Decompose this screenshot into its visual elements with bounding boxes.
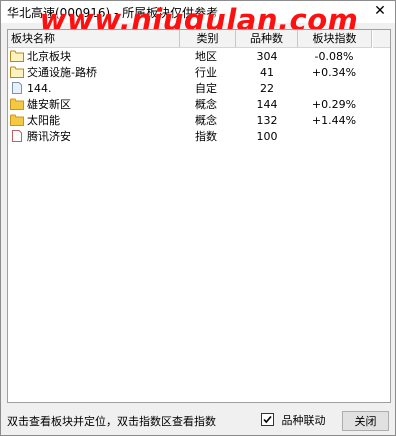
table-row[interactable]: 腾讯济安 指数 100 (8, 129, 372, 145)
folder-filled-icon (10, 114, 24, 126)
table-row[interactable]: 太阳能 概念 132 +1.44% (8, 113, 372, 129)
sector-index: +1.44% (311, 114, 357, 127)
checkmark-icon (263, 415, 272, 423)
sector-index: +0.34% (311, 66, 357, 79)
table-row[interactable]: 北京板块 地区 304 -0.08% (8, 49, 372, 65)
folder-filled-icon (10, 98, 24, 110)
sector-name: 交通设施-路桥 (27, 66, 97, 79)
sector-index: -0.08% (314, 50, 354, 63)
sector-count: 132 (256, 114, 278, 127)
sector-name: 北京板块 (27, 50, 71, 63)
column-header-name[interactable]: 板块名称 (8, 30, 180, 47)
table-row[interactable]: 144. 自定 22 (8, 81, 372, 97)
sector-type: 地区 (195, 50, 217, 63)
sector-count: 144 (256, 98, 278, 111)
status-bar: 双击查看板块并定位，双击指数区查看指数 品种联动 关闭 (1, 405, 395, 435)
sector-index (302, 81, 366, 97)
link-stock-checkbox[interactable]: 品种联动 (261, 412, 326, 428)
folder-icon (10, 66, 24, 78)
dialog-window: 华北高速(000916) - 所属板块仅供参考 ✕ www.niugulan.c… (0, 0, 396, 436)
row-name-cell: 腾讯济安 (8, 129, 180, 145)
sector-type: 指数 (195, 130, 217, 143)
sector-name: 太阳能 (27, 114, 60, 127)
index-doc-icon (10, 130, 24, 142)
list-header: 板块名称 类别 品种数 板块指数 (8, 30, 372, 48)
sector-type: 概念 (195, 114, 217, 127)
document-icon (10, 82, 24, 94)
row-name-cell: 144. (8, 81, 180, 97)
checkbox-label: 品种联动 (281, 414, 326, 427)
row-name-cell: 雄安新区 (8, 97, 180, 113)
sector-count: 100 (256, 130, 278, 143)
close-button[interactable]: 关闭 (342, 411, 389, 431)
column-header-index[interactable]: 板块指数 (298, 30, 372, 47)
sector-index: +0.29% (311, 98, 357, 111)
column-header-count[interactable]: 品种数 (236, 30, 298, 47)
title-bar: 华北高速(000916) - 所属板块仅供参考 ✕ (1, 1, 395, 23)
row-name-cell: 太阳能 (8, 113, 180, 129)
scrollbar-corner (373, 30, 390, 48)
sector-index (302, 129, 366, 145)
sector-list[interactable]: 板块名称 类别 品种数 板块指数 北京板块 地区 304 -0.08% 交通设施-路桥 行… (7, 29, 391, 403)
sector-count: 41 (260, 66, 274, 79)
sector-type: 概念 (195, 98, 217, 111)
folder-icon (10, 50, 24, 62)
sector-count: 22 (260, 82, 274, 95)
sector-name: 144. (27, 82, 52, 95)
sector-type: 行业 (195, 66, 217, 79)
column-header-type[interactable]: 类别 (180, 30, 236, 47)
close-icon[interactable]: ✕ (371, 2, 389, 20)
sector-name: 腾讯济安 (27, 130, 71, 143)
sector-name: 雄安新区 (27, 98, 71, 111)
table-row[interactable]: 交通设施-路桥 行业 41 +0.34% (8, 65, 372, 81)
hint-text: 双击查看板块并定位，双击指数区查看指数 (7, 415, 216, 428)
table-row[interactable]: 雄安新区 概念 144 +0.29% (8, 97, 372, 113)
checkbox-box[interactable] (261, 412, 274, 426)
window-title: 华北高速(000916) - 所属板块仅供参考 (7, 6, 219, 20)
sector-count: 304 (256, 50, 278, 63)
sector-type: 自定 (195, 82, 217, 95)
row-name-cell: 交通设施-路桥 (8, 65, 180, 81)
row-name-cell: 北京板块 (8, 49, 180, 65)
